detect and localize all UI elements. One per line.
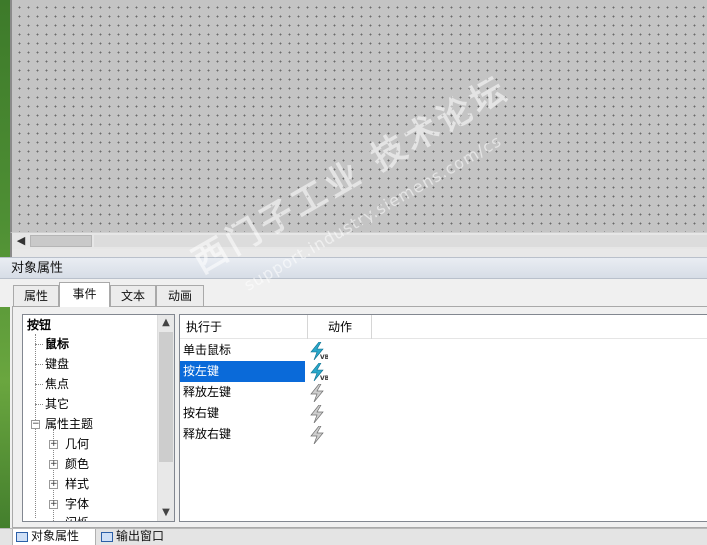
tree-item-other[interactable]: 其它 <box>45 395 69 413</box>
event-tree[interactable]: 按钮 鼠标 键盘 焦点 其它 − 属性主题 + 几何 + 颜色 + 样式 + 字… <box>22 314 175 522</box>
dock-window-tabs: 对象属性 输出窗口 <box>0 528 707 545</box>
tree-guide-line <box>35 404 43 405</box>
svg-text:VB: VB <box>320 375 328 381</box>
output-window-icon <box>101 532 113 542</box>
lightning-icon[interactable] <box>308 384 328 402</box>
tree-item-geometry[interactable]: 几何 <box>65 435 89 453</box>
event-label[interactable]: 释放左键 <box>180 382 305 403</box>
tab-events[interactable]: 事件 <box>59 282 110 307</box>
table-row[interactable]: 按左键 VB <box>180 361 707 382</box>
tree-guide-line <box>35 344 43 345</box>
column-header-action[interactable]: 动作 <box>308 315 372 339</box>
expand-icon[interactable]: + <box>49 460 58 469</box>
tree-guide-line <box>35 364 43 365</box>
expand-icon[interactable]: + <box>49 480 58 489</box>
event-label[interactable]: 按左键 <box>180 361 305 382</box>
splitter[interactable] <box>10 249 707 257</box>
collapse-icon[interactable]: − <box>31 420 40 429</box>
table-row[interactable]: 释放右键 <box>180 424 707 445</box>
tree-item-font[interactable]: 字体 <box>65 495 89 513</box>
svg-text:VB: VB <box>320 354 328 360</box>
tab-properties[interactable]: 属性 <box>13 285 59 306</box>
expand-icon[interactable]: + <box>49 440 58 449</box>
lightning-icon[interactable] <box>308 405 328 423</box>
scrollbar-thumb[interactable] <box>159 332 173 462</box>
tree-item-focus[interactable]: 焦点 <box>45 375 69 393</box>
scroll-left-arrow-icon[interactable]: ◀ <box>14 234 28 248</box>
screen-canvas[interactable] <box>10 0 707 232</box>
table-row[interactable]: 按右键 <box>180 403 707 424</box>
tree-root-button[interactable]: 按钮 <box>27 316 51 334</box>
grid-header: 执行于 动作 <box>180 315 707 339</box>
table-row[interactable]: 单击鼠标 VB <box>180 340 707 361</box>
tree-item-keyboard[interactable]: 键盘 <box>45 355 69 373</box>
scroll-up-arrow-icon[interactable]: ▲ <box>158 315 174 331</box>
dock-tab-label: 输出窗口 <box>116 529 165 543</box>
wincc-editor: ◀ 对象属性 属性 事件 文本 动画 按钮 鼠标 键盘 焦点 其它 − 属性主题… <box>0 0 707 545</box>
tab-animation[interactable]: 动画 <box>156 285 204 306</box>
scrollbar-thumb[interactable] <box>30 235 92 247</box>
properties-window-icon <box>16 532 28 542</box>
scrollbar-track[interactable] <box>94 235 707 247</box>
lightning-icon[interactable] <box>308 426 328 444</box>
tab-text[interactable]: 文本 <box>110 285 156 306</box>
expand-icon[interactable]: + <box>49 500 58 509</box>
column-header-executed-on[interactable]: 执行于 <box>180 315 308 339</box>
table-row[interactable]: 释放左键 <box>180 382 707 403</box>
scroll-down-arrow-icon[interactable]: ▼ <box>158 505 174 521</box>
lightning-vb-icon[interactable]: VB <box>308 342 328 360</box>
tree-guide-line <box>35 384 43 385</box>
event-label[interactable]: 释放右键 <box>180 424 305 445</box>
dock-tab-object-properties[interactable]: 对象属性 <box>12 529 96 545</box>
panel-title: 对象属性 <box>0 257 707 279</box>
tree-vertical-scrollbar[interactable]: ▲ ▼ <box>157 315 174 521</box>
lightning-vb-icon[interactable]: VB <box>308 363 328 381</box>
tree-item-colors[interactable]: 颜色 <box>65 455 89 473</box>
canvas-horizontal-scrollbar[interactable]: ◀ <box>10 232 707 249</box>
tree-item-flashing[interactable]: 闪烁 <box>65 514 89 521</box>
event-label[interactable]: 单击鼠标 <box>180 340 305 361</box>
dock-tab-output-window[interactable]: 输出窗口 <box>98 529 182 545</box>
event-label[interactable]: 按右键 <box>180 403 305 424</box>
event-action-grid[interactable]: 执行于 动作 单击鼠标 VB 按左键 VB 释放左键 按右键 <box>179 314 707 522</box>
dock-tab-label: 对象属性 <box>31 529 80 543</box>
property-tabs: 属性 事件 文本 动画 <box>0 279 707 307</box>
tree-item-styles[interactable]: 样式 <box>65 475 89 493</box>
tree-item-mouse[interactable]: 鼠标 <box>45 335 69 353</box>
